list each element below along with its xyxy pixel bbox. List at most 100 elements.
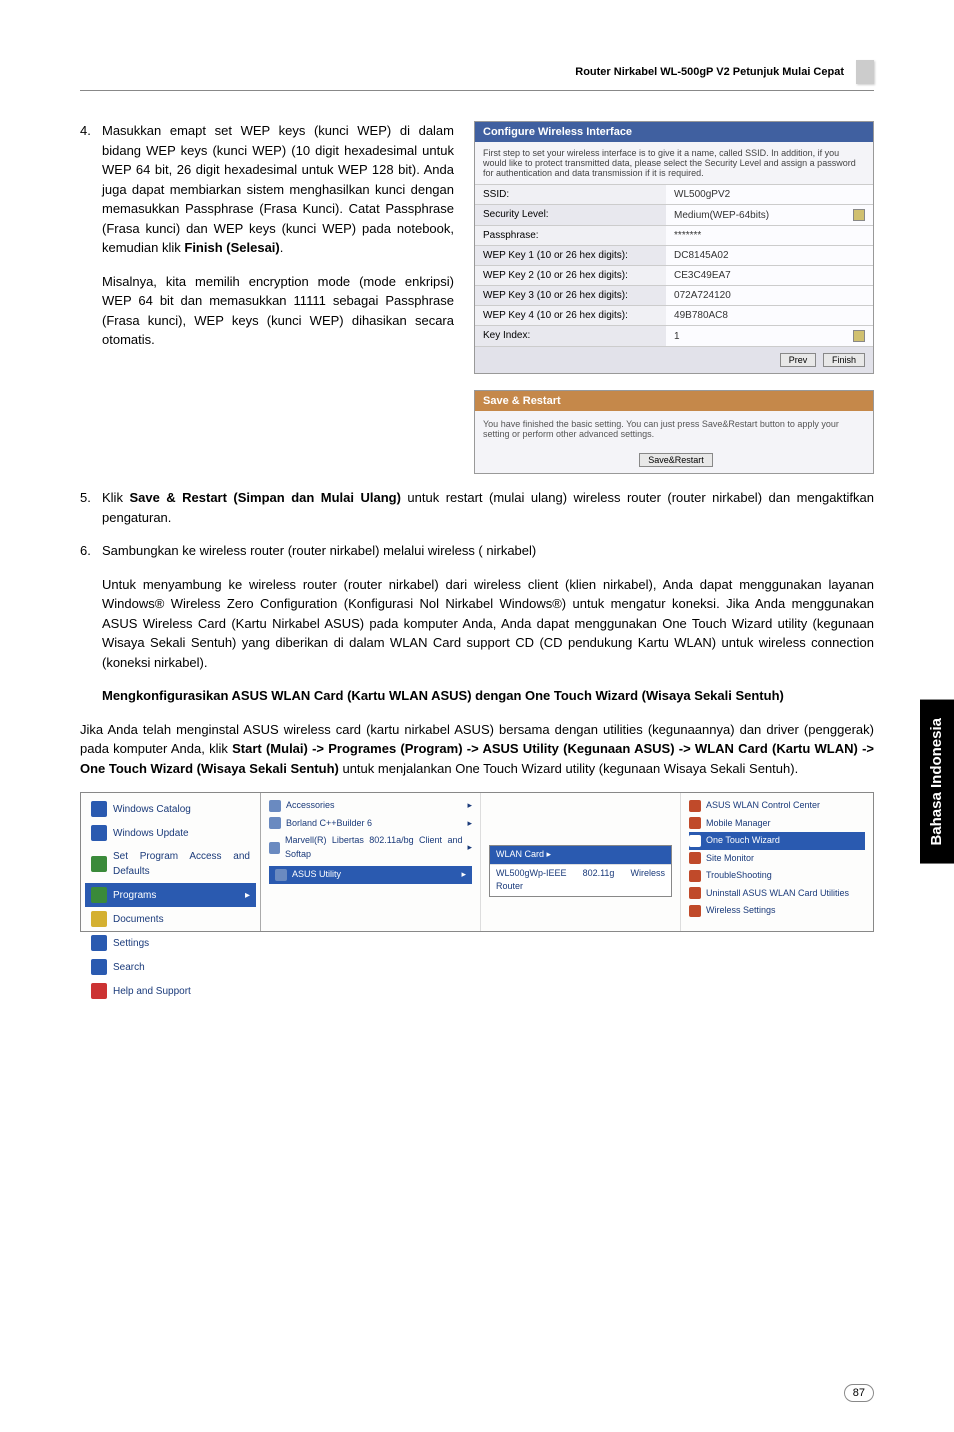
- menu-label: Programs: [113, 888, 156, 903]
- config-row: WEP Key 4 (10 or 26 hex digits):49B780AC…: [475, 306, 873, 326]
- start-col2: WLAN Card ▸ WL500gWp-IEEE 802.11g Wirele…: [481, 793, 681, 931]
- panel2-body: You have finished the basic setting. You…: [475, 411, 873, 447]
- menu-label: Documents: [113, 912, 164, 927]
- step5-a: Klik: [102, 490, 129, 505]
- start-menu-item[interactable]: Documents: [85, 907, 256, 931]
- app-icon: [689, 835, 701, 847]
- app-icon: [689, 870, 701, 882]
- page-number: 87: [844, 1384, 874, 1402]
- wlan-submenu-item[interactable]: Uninstall ASUS WLAN Card Utilities: [689, 885, 865, 903]
- menu-icon: [91, 935, 107, 951]
- config-value[interactable]: 49B780AC8: [666, 306, 873, 325]
- dropdown-icon[interactable]: [853, 330, 865, 342]
- wlan-submenu-item[interactable]: TroubleShooting: [689, 867, 865, 885]
- config-value[interactable]: WL500gPV2: [666, 185, 873, 204]
- config-row: Passphrase:*******: [475, 226, 873, 246]
- wlan-card-item[interactable]: WLAN Card ▸: [490, 846, 671, 864]
- menu-label: Windows Catalog: [113, 802, 191, 817]
- configure-wireless-panel: Configure Wireless Interface First step …: [474, 121, 874, 374]
- start-menu-item[interactable]: Help and Support: [85, 979, 256, 1003]
- wlan-submenu-item[interactable]: Site Monitor: [689, 850, 865, 868]
- step4-text1c: .: [280, 240, 284, 255]
- panel1-note: First step to set your wireless interfac…: [475, 142, 873, 185]
- config-value[interactable]: 1: [666, 326, 873, 346]
- dropdown-icon[interactable]: [853, 209, 865, 221]
- step4-example: Misalnya, kita memilih encryption mode (…: [102, 272, 454, 350]
- start-menu-item[interactable]: Search: [85, 955, 256, 979]
- step6-num: 6.: [80, 541, 102, 561]
- config-value[interactable]: DC8145A02: [666, 246, 873, 265]
- start-menu-item[interactable]: Windows Update: [85, 821, 256, 845]
- start-menu-item[interactable]: Settings: [85, 931, 256, 955]
- asus-utility-item[interactable]: ASUS Utility ▸: [269, 866, 472, 884]
- step4-num: 4.: [80, 121, 102, 258]
- app-icon: [689, 800, 701, 812]
- step4-text1: Masukkan emapt set WEP keys (kunci WEP) …: [102, 123, 454, 255]
- submenu-item[interactable]: Marvell(R) Libertas 802.11a/bg Client an…: [269, 832, 472, 863]
- menu-label: Settings: [113, 936, 149, 951]
- step4-text1b: Finish (Selesai): [184, 240, 279, 255]
- config-label: SSID:: [475, 185, 666, 204]
- app-icon: [689, 852, 701, 864]
- config-label: Passphrase:: [475, 226, 666, 245]
- wlan-card-label: WLAN Card: [496, 849, 544, 859]
- step5-num: 5.: [80, 488, 102, 527]
- save-restart-button[interactable]: Save&Restart: [639, 453, 713, 467]
- config-label: Security Level:: [475, 205, 666, 225]
- start-col3: ASUS WLAN Control CenterMobile ManagerOn…: [681, 793, 873, 931]
- header-tab-icon: [856, 60, 874, 84]
- para2-c: untuk menjalankan One Touch Wizard utili…: [339, 761, 798, 776]
- submenu-item[interactable]: Borland C++Builder 6▸: [269, 815, 472, 833]
- menu-icon: [91, 887, 107, 903]
- save-restart-panel: Save & Restart You have finished the bas…: [474, 390, 874, 474]
- para1: Untuk menyambung ke wireless router (rou…: [102, 575, 874, 673]
- asus-utility-label: ASUS Utility: [292, 868, 341, 882]
- router-item[interactable]: WL500gWp-IEEE 802.11g Wireless Router: [490, 864, 671, 896]
- menu-label: Help and Support: [113, 984, 191, 999]
- start-col1: Accessories▸Borland C++Builder 6▸Marvell…: [261, 793, 481, 931]
- start-left-col: Windows Catalog Windows UpdateSet Program…: [81, 793, 261, 931]
- config-label: WEP Key 2 (10 or 26 hex digits):: [475, 266, 666, 285]
- folder-icon: [269, 800, 281, 812]
- config-value[interactable]: CE3C49EA7: [666, 266, 873, 285]
- menu-icon: [91, 801, 107, 817]
- step5-text: Klik Save & Restart (Simpan dan Mulai Ul…: [102, 488, 874, 527]
- config-row: WEP Key 2 (10 or 26 hex digits):CE3C49EA…: [475, 266, 873, 286]
- config-value[interactable]: Medium(WEP-64bits): [666, 205, 873, 225]
- folder-icon: [269, 817, 281, 829]
- heading2: Mengkonfigurasikan ASUS WLAN Card (Kartu…: [102, 686, 874, 706]
- folder-icon: [275, 869, 287, 881]
- menu-icon: [91, 911, 107, 927]
- config-value[interactable]: 072A724120: [666, 286, 873, 305]
- panel1-title: Configure Wireless Interface: [475, 122, 873, 142]
- wlan-submenu-item[interactable]: Mobile Manager: [689, 815, 865, 833]
- panel2-title: Save & Restart: [475, 391, 873, 411]
- start-menu-item[interactable]: Windows Catalog: [85, 797, 256, 821]
- menu-icon: [91, 856, 107, 872]
- wlan-submenu-item[interactable]: ASUS WLAN Control Center: [689, 797, 865, 815]
- config-label: WEP Key 1 (10 or 26 hex digits):: [475, 246, 666, 265]
- step6-text: Sambungkan ke wireless router (router ni…: [102, 541, 536, 561]
- config-label: WEP Key 3 (10 or 26 hex digits):: [475, 286, 666, 305]
- prev-button[interactable]: Prev: [780, 353, 817, 367]
- config-row: WEP Key 3 (10 or 26 hex digits):072A7241…: [475, 286, 873, 306]
- start-menu-screenshot: Windows Catalog Windows UpdateSet Program…: [80, 792, 874, 932]
- language-tab: Bahasa Indonesia: [920, 700, 954, 864]
- wlan-submenu-item[interactable]: Wireless Settings: [689, 902, 865, 920]
- wlan-submenu-item[interactable]: One Touch Wizard: [689, 832, 865, 850]
- app-icon: [689, 887, 701, 899]
- config-label: WEP Key 4 (10 or 26 hex digits):: [475, 306, 666, 325]
- app-icon: [689, 905, 701, 917]
- menu-label: Search: [113, 960, 145, 975]
- config-label: Key Index:: [475, 326, 666, 346]
- start-menu-item[interactable]: Set Program Access and Defaults: [85, 845, 256, 883]
- config-value[interactable]: *******: [666, 226, 873, 245]
- submenu-item[interactable]: Accessories▸: [269, 797, 472, 815]
- config-row: Security Level:Medium(WEP-64bits): [475, 205, 873, 226]
- config-row: Key Index:1: [475, 326, 873, 347]
- config-row: SSID:WL500gPV2: [475, 185, 873, 205]
- finish-button[interactable]: Finish: [823, 353, 865, 367]
- step5-b: Save & Restart (Simpan dan Mulai Ulang): [129, 490, 401, 505]
- folder-icon: [269, 842, 280, 854]
- start-menu-item[interactable]: Programs▸: [85, 883, 256, 907]
